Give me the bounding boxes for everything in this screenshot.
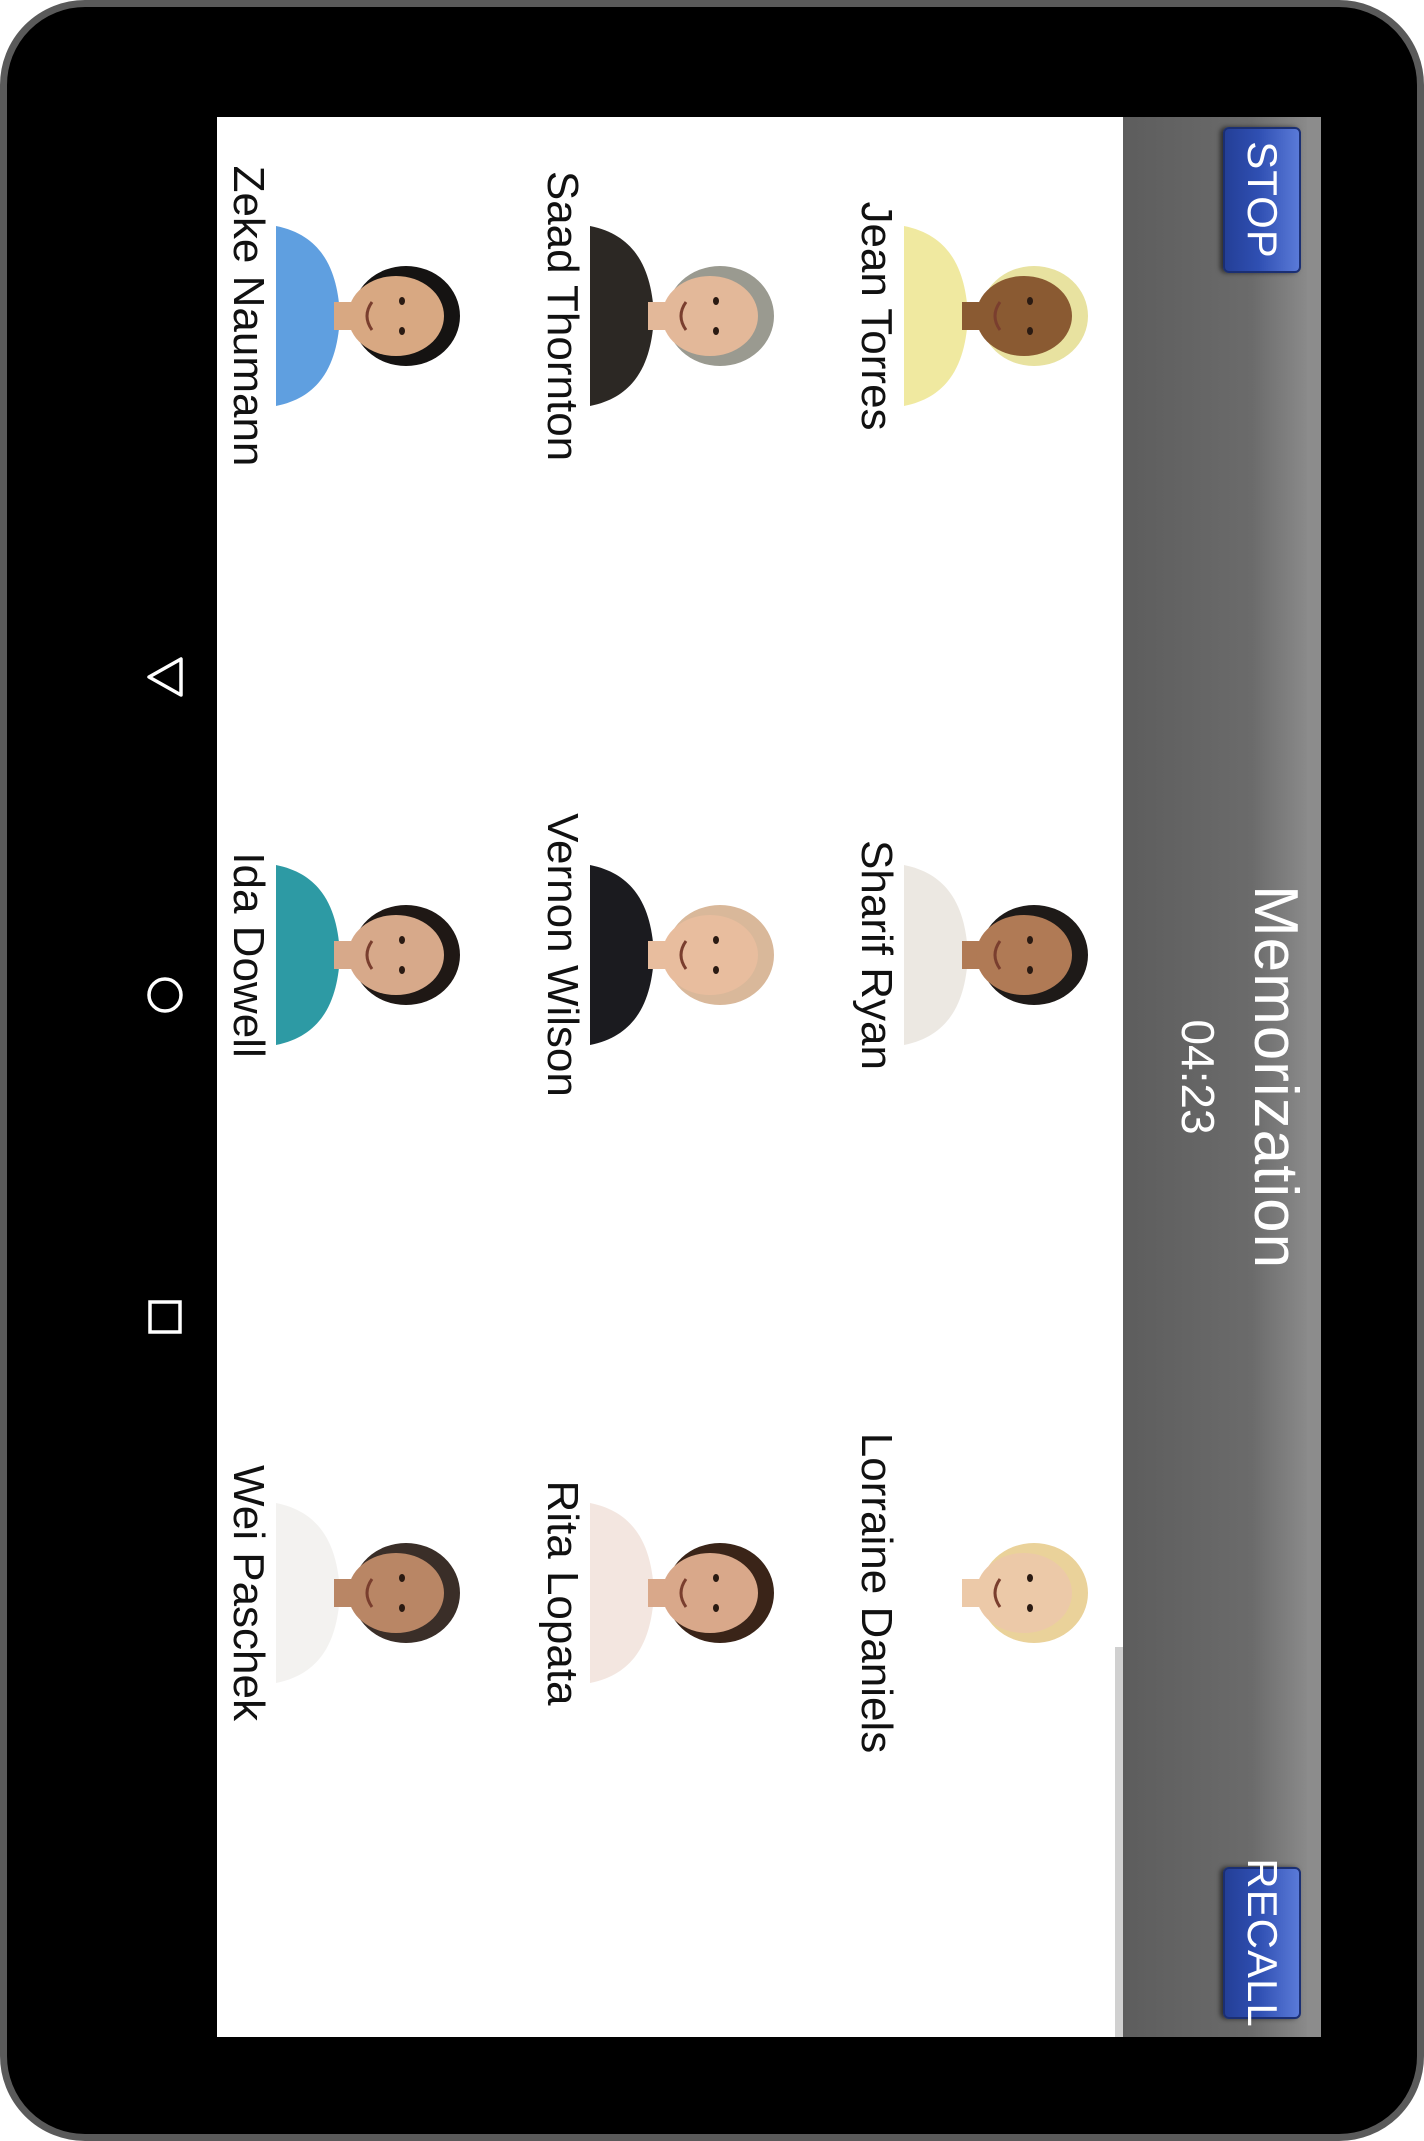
- stop-button[interactable]: STOP: [1223, 127, 1301, 273]
- person-photo: [904, 216, 1104, 416]
- home-circle-icon: [147, 977, 183, 1013]
- person-name: Rita Lopata: [538, 1480, 587, 1706]
- back-triangle-icon: [147, 657, 183, 697]
- person-photo: [276, 216, 476, 416]
- person-name: Saad Thornton: [538, 170, 587, 462]
- person-name: Wei Paschek: [224, 1465, 273, 1721]
- recents-button[interactable]: [135, 1287, 195, 1347]
- navigation-bar: [127, 647, 207, 1467]
- person-photo: [276, 1493, 476, 1693]
- recents-square-icon: [148, 1300, 182, 1334]
- back-button[interactable]: [135, 647, 195, 707]
- scroll-indicator: [1115, 1647, 1123, 2037]
- countdown-timer: 04:23: [1172, 1019, 1224, 1135]
- person-photo: [904, 855, 1104, 1055]
- screen: Memorization 04:23 STOP RECALL Jean Torr…: [217, 117, 1321, 2037]
- person-name: Sharif Ryan: [852, 840, 901, 1070]
- person-name: Vernon Wilson: [538, 813, 587, 1097]
- person-name: Lorraine Daniels: [852, 1432, 901, 1754]
- person-name: Jean Torres: [852, 201, 901, 431]
- person-photo: [904, 1493, 1104, 1693]
- memorization-app: Memorization 04:23 STOP RECALL Jean Torr…: [217, 117, 1321, 2037]
- top-bar: Memorization 04:23 STOP RECALL: [1123, 117, 1321, 2037]
- tablet-frame: Memorization 04:23 STOP RECALL Jean Torr…: [0, 0, 1424, 2141]
- person-photo: [276, 855, 476, 1055]
- recall-button[interactable]: RECALL: [1223, 1858, 1301, 2028]
- page-title: Memorization: [1241, 884, 1310, 1270]
- home-button[interactable]: [135, 965, 195, 1025]
- person-name: Ida Dowell: [224, 852, 273, 1058]
- person-photo: [590, 1493, 790, 1693]
- person-name: Zeke Naumann: [224, 165, 273, 467]
- person-photo: [590, 216, 790, 416]
- person-photo: [590, 855, 790, 1055]
